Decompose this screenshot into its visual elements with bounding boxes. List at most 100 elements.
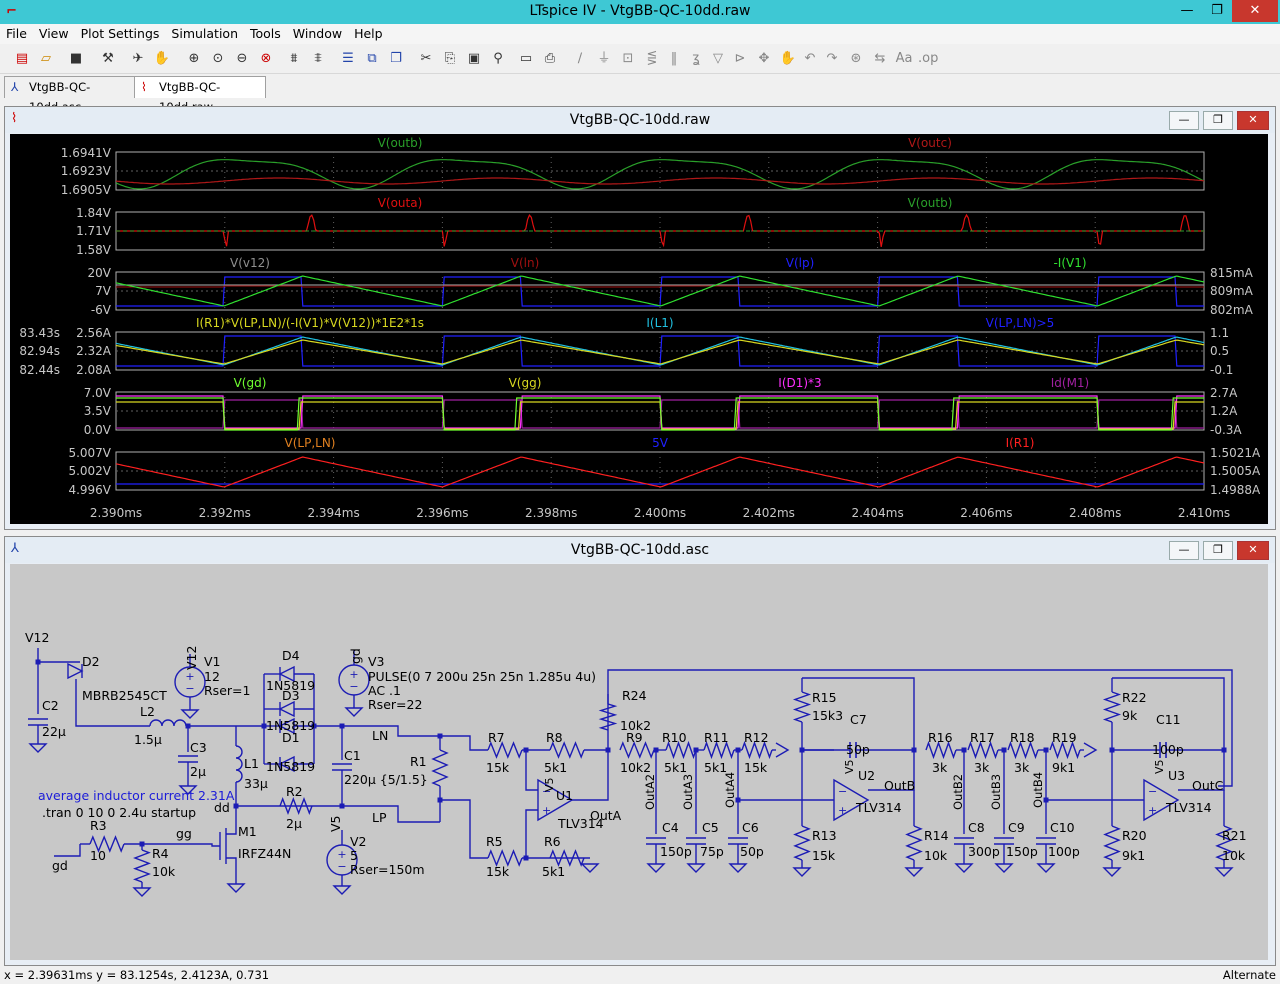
- x-tick-label: 2.392ms: [199, 506, 251, 520]
- tab-bar: ⅄ VtgBB-QC-10dd.asc ⌇ VtgBB-QC-10dd.raw: [0, 74, 1280, 114]
- capacitor-icon[interactable]: ‖: [664, 49, 684, 69]
- waveform-minimize-button[interactable]: —: [1169, 111, 1199, 130]
- waveform-plot[interactable]: 1.6941V 1.6923V 1.6905V V(outb) V(outc) 1.84V…: [10, 134, 1268, 524]
- close-button[interactable]: ✕: [1232, 0, 1278, 22]
- resistor-icon[interactable]: ⋚: [642, 49, 662, 69]
- paste-icon[interactable]: ▣: [464, 49, 484, 69]
- v2-value-label: 5: [350, 848, 358, 863]
- find-icon[interactable]: ⚲: [488, 49, 508, 69]
- ground-icon[interactable]: ⏚: [594, 49, 614, 69]
- schematic-canvas[interactable]: V12 D2 MBRB2545CT C2 22µ L2 1.5µ C3 2µ + − V12 V1 12 R…: [10, 564, 1268, 960]
- wire: [180, 843, 220, 847]
- schematic-minimize-button[interactable]: —: [1169, 541, 1199, 560]
- print-setup-icon[interactable]: ▭: [516, 49, 536, 69]
- diode-icon[interactable]: ▽: [708, 49, 728, 69]
- schematic-restore-button[interactable]: ❐: [1203, 541, 1233, 560]
- junction: [523, 747, 529, 753]
- resistor-symbol: [549, 741, 585, 759]
- tile-vertical-icon[interactable]: ⧉: [362, 49, 382, 69]
- left-tick-label: 1.58V: [76, 243, 112, 257]
- inductor-symbol: [149, 719, 187, 727]
- autorange-icon[interactable]: ⩩: [284, 49, 304, 69]
- tab-waveform[interactable]: ⌇ VtgBB-QC-10dd.raw: [134, 76, 266, 114]
- zoom-in-icon[interactable]: ⊕: [184, 49, 204, 69]
- trace-label: V(gd): [234, 376, 267, 390]
- c11-label: C11: [1156, 712, 1181, 727]
- schematic-close-button[interactable]: ✕: [1237, 541, 1269, 560]
- halt-icon[interactable]: ✋: [152, 49, 172, 69]
- trace-label: V(outa): [378, 196, 423, 210]
- net-label-outa: OutA: [590, 808, 622, 823]
- spice-directive-icon[interactable]: .op: [918, 49, 938, 69]
- waveform-icon: ⌇: [141, 80, 147, 94]
- menu-help[interactable]: Help: [348, 24, 389, 43]
- voltage-source-minus: −: [185, 682, 194, 695]
- trace-label: V(LP,LN)>5: [986, 316, 1055, 330]
- open-icon[interactable]: ▱: [36, 49, 56, 69]
- schematic-window-caption: ⅄ VtgBB-QC-10dd.asc — ❐ ✕: [5, 537, 1275, 563]
- drag-icon[interactable]: ✋: [778, 49, 798, 69]
- copy-icon[interactable]: ⎘: [440, 49, 460, 69]
- menu-window[interactable]: Window: [287, 24, 348, 43]
- label-net-icon[interactable]: ⊡: [618, 49, 638, 69]
- print-icon[interactable]: ⎙: [540, 49, 560, 69]
- waveform-restore-button[interactable]: ❐: [1203, 111, 1233, 130]
- zoom-out-icon[interactable]: ⊖: [232, 49, 252, 69]
- l1-value-label: 33µ: [244, 776, 268, 791]
- minimize-button[interactable]: —: [1172, 0, 1202, 22]
- r19-label: R19: [1052, 730, 1077, 745]
- schematic-svg[interactable]: V12D2MBRB2545CTC222µL21.5µC32µ+−V12 V112R…: [10, 564, 1268, 960]
- undo-icon[interactable]: ↶: [800, 49, 820, 69]
- cut-icon[interactable]: ✂: [416, 49, 436, 69]
- redo-icon[interactable]: ↷: [822, 49, 842, 69]
- zoom-pan-icon[interactable]: ⊙: [208, 49, 228, 69]
- u2-part-label: TLV314: [855, 800, 902, 815]
- menu-view[interactable]: View: [33, 24, 75, 43]
- net-label-gg: gg: [176, 826, 192, 841]
- r3-label: R3: [90, 818, 107, 833]
- opamp-plus: +: [1148, 804, 1157, 817]
- r13-value-label: 15k: [812, 848, 836, 863]
- r7-value-label: 15k: [486, 760, 510, 775]
- trace-line-ln: [116, 285, 1204, 288]
- waveform-close-button[interactable]: ✕: [1237, 111, 1269, 130]
- menu-plot-settings[interactable]: Plot Settings: [75, 24, 166, 43]
- r12-value-label: 15k: [744, 760, 768, 775]
- run-icon[interactable]: ✈: [128, 49, 148, 69]
- inductor-icon[interactable]: ʓ: [686, 49, 706, 69]
- text-icon[interactable]: Aa: [894, 49, 914, 69]
- x-tick-label: 2.410ms: [1178, 506, 1230, 520]
- schematic-icon: ⅄: [11, 80, 19, 94]
- menu-simulation[interactable]: Simulation: [165, 24, 244, 43]
- menu-file[interactable]: File: [0, 24, 33, 43]
- wire-icon[interactable]: ∕: [570, 49, 590, 69]
- mirror-icon[interactable]: ⇆: [870, 49, 890, 69]
- r15-label: R15: [812, 690, 837, 705]
- menu-tools[interactable]: Tools: [244, 24, 287, 43]
- tab-schematic[interactable]: ⅄ VtgBB-QC-10dd.asc: [4, 76, 140, 114]
- right-tick-label: 809mA: [1210, 284, 1254, 298]
- trace-label: V(lp): [786, 256, 815, 270]
- tile-horizontal-icon[interactable]: ☰: [338, 49, 358, 69]
- move-icon[interactable]: ✥: [754, 49, 774, 69]
- ground-symbol: [1102, 867, 1122, 877]
- v3-value-label: PULSE(0 7 200u 25n 25n 1.285u 4u): [368, 669, 596, 684]
- trace-label: -I(V1): [1053, 256, 1086, 270]
- component-icon[interactable]: ⊳: [730, 49, 750, 69]
- r5-value-label: 15k: [486, 864, 510, 879]
- zoom-fit-icon[interactable]: ⊗: [256, 49, 276, 69]
- manual-limits-icon[interactable]: ⩨: [308, 49, 328, 69]
- rotate-icon[interactable]: ⊛: [846, 49, 866, 69]
- new-schematic-icon[interactable]: ▤: [12, 49, 32, 69]
- restore-button[interactable]: ❐: [1202, 0, 1232, 22]
- control-panel-icon[interactable]: ⚒: [98, 49, 118, 69]
- d3-label: D3: [282, 688, 300, 703]
- opamp-minus: −: [838, 785, 847, 798]
- r6-label: R6: [544, 834, 561, 849]
- left-tick-label: 7.0V: [84, 386, 112, 400]
- save-icon[interactable]: ■: [66, 49, 86, 69]
- c8-value-label: 300p: [968, 844, 1000, 859]
- cascade-icon[interactable]: ❐: [386, 49, 406, 69]
- junction: [735, 797, 741, 803]
- waveform-plot-svg[interactable]: 1.6941V 1.6923V 1.6905V V(outb) V(outc) 1.84V…: [10, 134, 1268, 524]
